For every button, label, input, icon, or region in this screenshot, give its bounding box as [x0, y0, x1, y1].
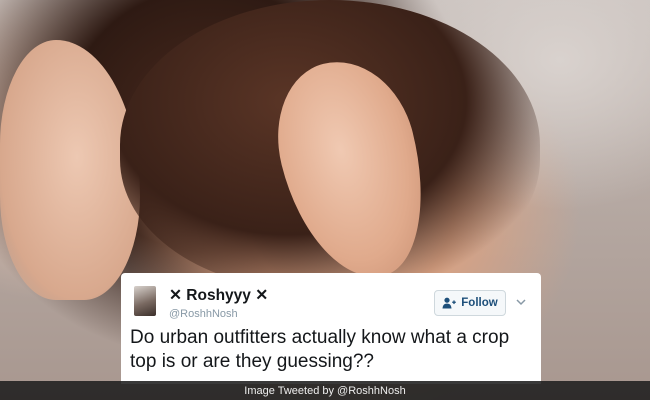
caption-text: Image Tweeted by @RoshhNosh: [244, 384, 406, 397]
caption-bar: Image Tweeted by @RoshhNosh: [0, 381, 650, 400]
display-name[interactable]: ✕ Roshyyy ✕: [169, 286, 268, 306]
follow-label: Follow: [461, 297, 498, 309]
user-handle[interactable]: @RoshhNosh: [169, 307, 238, 321]
avatar[interactable]: [134, 286, 156, 316]
chevron-down-icon[interactable]: [515, 296, 527, 308]
follow-button[interactable]: Follow: [434, 290, 506, 316]
tweet-text: Do urban outfitters actually know what a…: [130, 327, 510, 372]
tweet-card: ✕ Roshyyy ✕ @RoshhNosh Follow Do urban o…: [121, 273, 541, 384]
photo-arm: [0, 40, 140, 300]
add-user-icon: [442, 297, 457, 309]
